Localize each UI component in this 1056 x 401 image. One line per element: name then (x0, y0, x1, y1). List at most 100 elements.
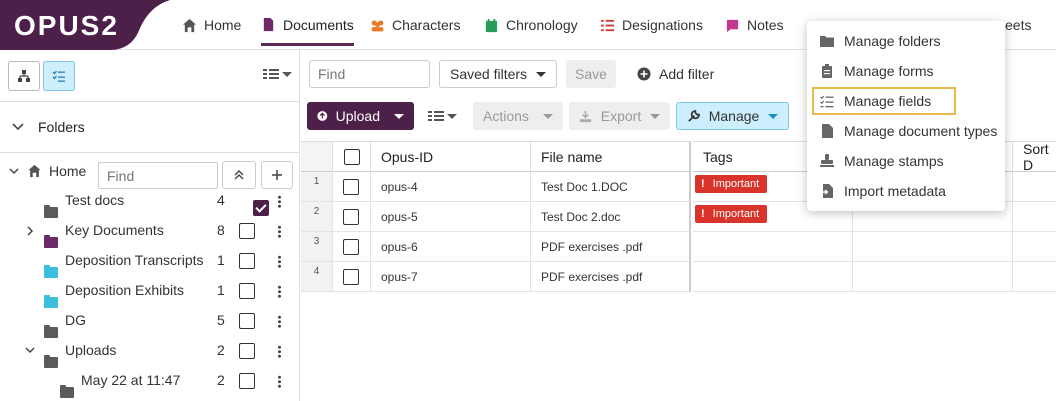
folder-checkbox[interactable] (239, 253, 255, 269)
blank-cell[interactable] (853, 262, 1013, 292)
plus-icon (272, 170, 282, 180)
row-select-cell[interactable] (333, 202, 371, 232)
folder-checkbox[interactable] (239, 313, 255, 329)
nav-designations[interactable]: Designations (600, 0, 703, 50)
file-name-cell[interactable]: Test Doc 1.DOC (531, 172, 691, 202)
list-view-toggle[interactable] (43, 61, 75, 91)
folder-row[interactable]: Deposition Exhibits 1 (0, 276, 300, 308)
manage-dropdown[interactable]: Manage (676, 102, 789, 130)
file-name-cell[interactable]: PDF exercises .pdf (531, 262, 691, 292)
row-number: 4 (301, 262, 333, 292)
menu-item-manage-stamps[interactable]: Manage stamps (807, 146, 1005, 176)
nav-chronology[interactable]: Chronology (484, 0, 578, 50)
actions-dropdown[interactable]: Actions (473, 102, 563, 130)
file-name-cell[interactable]: PDF exercises .pdf (531, 232, 691, 262)
saved-filters-dropdown[interactable]: Saved filters (439, 60, 557, 88)
folder-row[interactable]: Deposition Transcripts 1 (0, 246, 300, 278)
nav-characters[interactable]: Characters (370, 0, 460, 50)
folder-find-input[interactable]: Find (98, 162, 218, 189)
folder-checkbox[interactable] (239, 343, 255, 359)
kebab-menu-icon[interactable] (278, 345, 281, 358)
chevron-down-icon (25, 347, 35, 354)
row-select-cell[interactable] (333, 262, 371, 292)
folder-checkbox[interactable] (239, 373, 255, 389)
logo-text: OPUS2 (14, 10, 119, 41)
folder-checkbox[interactable] (239, 283, 255, 299)
folder-row[interactable]: Key Documents 8 (0, 216, 300, 248)
upload-button[interactable]: Upload (307, 102, 414, 130)
folder-row[interactable]: Uploads 2 (0, 336, 300, 368)
folder-row-home[interactable]: Home Find (0, 157, 300, 189)
menu-item-manage-folders[interactable]: Manage folders (807, 26, 1005, 56)
opus-id-cell[interactable]: opus-5 (371, 202, 531, 232)
folder-row[interactable]: Test docs 4 (0, 186, 300, 218)
kebab-menu-icon[interactable] (278, 285, 281, 298)
kebab-menu-icon[interactable] (278, 225, 281, 238)
chevron-down-icon (12, 123, 24, 131)
menu-item-manage-document-types[interactable]: Manage document types (807, 116, 1005, 146)
add-filter-button[interactable]: Add filter (627, 60, 724, 88)
nav-documents[interactable]: Documents (261, 3, 354, 46)
blank-cell[interactable] (853, 232, 1013, 262)
add-folder-button[interactable] (261, 161, 293, 189)
chevron-down-icon (650, 113, 660, 119)
tags-cell[interactable] (693, 232, 853, 262)
sort-date-cell[interactable] (1013, 232, 1056, 262)
folder-row[interactable]: DG 5 (0, 306, 300, 338)
export-dropdown[interactable]: Export (569, 102, 670, 130)
folder-row[interactable]: May 22 at 11:47 2 (0, 366, 300, 398)
nav-home[interactable]: Home (182, 0, 241, 50)
folders-header[interactable]: Folders (0, 101, 300, 153)
kebab-menu-icon[interactable] (278, 255, 281, 268)
nav-sheets[interactable]: eets (1005, 0, 1031, 50)
save-filter-button[interactable]: Save (566, 60, 616, 88)
kebab-menu-icon[interactable] (278, 315, 281, 328)
kebab-menu-icon[interactable] (278, 195, 281, 208)
folder-checkbox[interactable] (239, 223, 255, 239)
exclamation-icon: ! (701, 178, 705, 190)
sort-date-cell[interactable] (1013, 202, 1056, 232)
hierarchy-icon (18, 70, 30, 82)
menu-item-manage-forms[interactable]: Manage forms (807, 56, 1005, 86)
select-all-checkbox[interactable] (343, 148, 360, 165)
row-select-cell[interactable] (333, 172, 371, 202)
nav-label: eets (1005, 17, 1032, 33)
column-header-sort-date[interactable]: Sort D (1013, 141, 1056, 173)
row-checkbox[interactable] (342, 268, 359, 285)
nav-notes[interactable]: Notes (725, 0, 784, 50)
tags-cell[interactable] (693, 262, 853, 292)
row-checkbox[interactable] (342, 208, 359, 225)
kebab-menu-icon[interactable] (278, 375, 281, 388)
tree-view-toggle[interactable] (8, 61, 40, 91)
menu-item-manage-fields[interactable]: Manage fields (811, 86, 957, 116)
row-select-cell[interactable] (333, 232, 371, 262)
folder-checkbox[interactable] (253, 200, 269, 216)
menu-item-import-metadata[interactable]: Import metadata (807, 176, 1005, 206)
column-header-file-name[interactable]: File name (531, 141, 691, 172)
sort-date-cell[interactable] (1013, 262, 1056, 292)
folder-label: Uploads (65, 342, 117, 358)
opus-id-cell[interactable]: opus-6 (371, 232, 531, 262)
select-all-header[interactable] (333, 141, 371, 172)
column-options-button[interactable] (263, 68, 292, 80)
document-find-input[interactable]: Find (309, 60, 430, 88)
opus-id-cell[interactable]: opus-4 (371, 172, 531, 202)
chevron-down-icon (447, 113, 457, 119)
field-list-icon (820, 95, 834, 108)
view-options-button[interactable] (428, 110, 457, 122)
tag-badge[interactable]: ! Important (695, 205, 768, 223)
nav-label: Chronology (506, 17, 578, 33)
opus2-logo[interactable]: OPUS2 (0, 0, 170, 50)
nav-label: Home (204, 17, 242, 33)
chevron-down-icon (536, 71, 546, 77)
column-header-opus-id[interactable]: Opus-ID (371, 141, 531, 172)
sort-date-cell[interactable] (1013, 172, 1056, 202)
row-checkbox[interactable] (342, 238, 359, 255)
row-checkbox[interactable] (342, 178, 359, 195)
double-chevron-up-icon (234, 170, 244, 180)
tag-badge[interactable]: ! Important (695, 175, 768, 193)
file-name-cell[interactable]: Test Doc 2.doc (531, 202, 691, 232)
folder-icon (820, 35, 834, 47)
opus-id-cell[interactable]: opus-7 (371, 262, 531, 292)
collapse-all-button[interactable] (222, 161, 256, 189)
